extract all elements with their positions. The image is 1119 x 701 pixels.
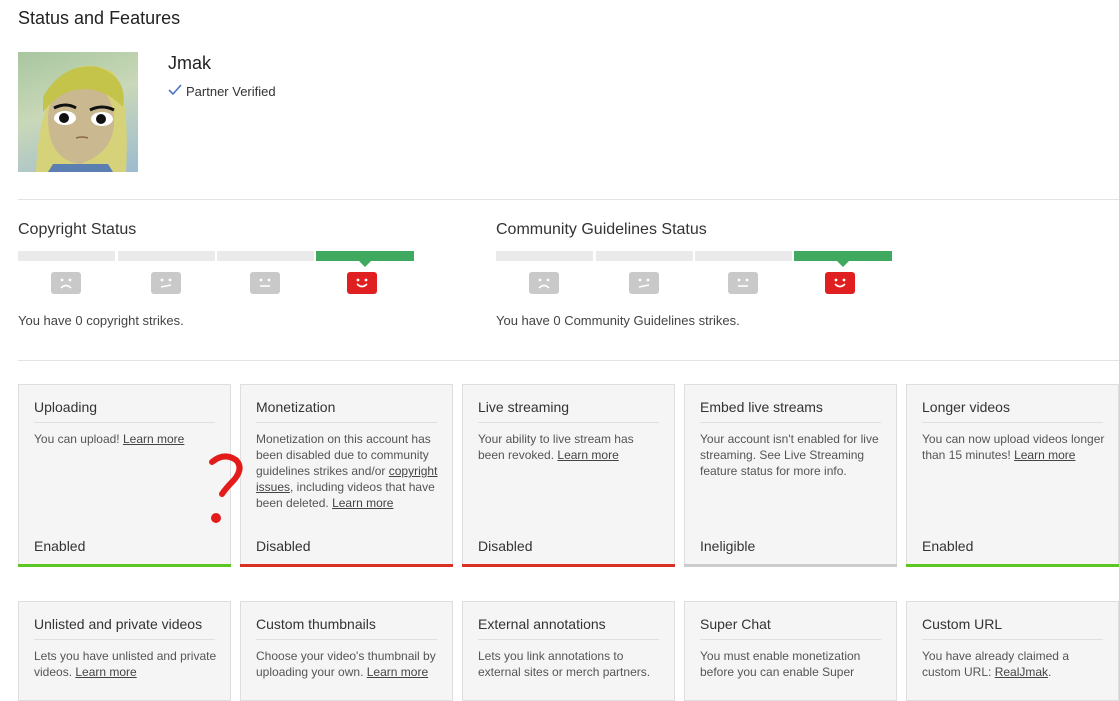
learn-more-link[interactable]: Learn more bbox=[1014, 448, 1075, 462]
copyright-status-title: Copyright Status bbox=[18, 221, 137, 238]
sad-face-icon bbox=[529, 272, 559, 294]
meter-segment bbox=[118, 251, 215, 261]
partner-verified: Partner Verified bbox=[168, 84, 276, 99]
status-bar-disabled bbox=[462, 564, 675, 567]
feature-card-super-chat: Super Chat You must enable monetization … bbox=[684, 601, 897, 701]
neutral-face-icon bbox=[250, 272, 280, 294]
feature-description: Lets you link annotations to external si… bbox=[478, 649, 651, 679]
feature-status: Disabled bbox=[256, 538, 311, 554]
happy-face-icon bbox=[347, 272, 377, 294]
learn-more-link[interactable]: Learn more bbox=[332, 496, 393, 510]
status-bar-disabled bbox=[240, 564, 453, 567]
partner-verified-label: Partner Verified bbox=[186, 84, 276, 99]
feature-title: Super Chat bbox=[700, 616, 771, 632]
page-title: Status and Features bbox=[18, 8, 181, 28]
learn-more-link[interactable]: Learn more bbox=[367, 665, 428, 679]
learn-more-link[interactable]: Learn more bbox=[75, 665, 136, 679]
feature-description: Choose your video's thumbnail by uploadi… bbox=[256, 649, 436, 679]
feature-description: Monetization on this account has been di… bbox=[256, 432, 438, 510]
sad-face-icon bbox=[51, 272, 81, 294]
checkmark-icon bbox=[168, 84, 182, 99]
feature-description: You have already claimed a custom URL: R… bbox=[922, 649, 1069, 679]
community-strike-meter bbox=[496, 251, 892, 311]
question-mark-annotation bbox=[200, 450, 250, 540]
happy-face-icon bbox=[825, 272, 855, 294]
channel-name: Jmak bbox=[168, 53, 212, 73]
custom-url-link[interactable]: RealJmak bbox=[995, 665, 1048, 679]
feature-description: You can upload! Learn more bbox=[34, 432, 185, 446]
community-strike-text: You have 0 Community Guidelines strikes. bbox=[496, 313, 740, 328]
feature-card-external-annotations: External annotations Lets you link annot… bbox=[462, 601, 675, 701]
feature-status: Disabled bbox=[478, 538, 533, 554]
feature-status: Enabled bbox=[34, 538, 86, 554]
feature-title: Embed live streams bbox=[700, 399, 823, 415]
meter-segment bbox=[496, 251, 593, 261]
feature-description: Lets you have unlisted and private video… bbox=[34, 649, 217, 679]
meter-segment bbox=[695, 251, 792, 261]
feature-status: Enabled bbox=[922, 538, 974, 554]
neutral-face-icon bbox=[728, 272, 758, 294]
feature-title: Custom URL bbox=[922, 616, 1003, 632]
copyright-strike-text: You have 0 copyright strikes. bbox=[18, 313, 184, 328]
avatar bbox=[18, 52, 138, 172]
divider bbox=[18, 199, 1119, 200]
feature-title: External annotations bbox=[478, 616, 606, 632]
feature-description: You must enable monetization before you … bbox=[700, 649, 861, 679]
feature-card-longer-videos: Longer videos You can now upload videos … bbox=[906, 384, 1119, 567]
learn-more-link[interactable]: Learn more bbox=[557, 448, 618, 462]
feature-title: Unlisted and private videos bbox=[34, 616, 203, 632]
feature-title: Live streaming bbox=[478, 399, 570, 415]
feature-description: Your ability to live stream has been rev… bbox=[478, 432, 634, 462]
feature-title: Custom thumbnails bbox=[256, 616, 376, 632]
divider bbox=[18, 360, 1119, 361]
unsure-face-icon bbox=[629, 272, 659, 294]
community-status-title: Community Guidelines Status bbox=[496, 221, 707, 238]
feature-card-embed-live-streams: Embed live streams Your account isn't en… bbox=[684, 384, 897, 567]
feature-description: You can now upload videos longer than 15… bbox=[922, 432, 1105, 462]
meter-segment bbox=[217, 251, 314, 261]
unsure-face-icon bbox=[151, 272, 181, 294]
status-bar-enabled bbox=[18, 564, 231, 567]
copyright-strike-meter bbox=[18, 251, 414, 311]
feature-status: Ineligible bbox=[700, 538, 756, 554]
feature-card-custom-thumbnails: Custom thumbnails Choose your video's th… bbox=[240, 601, 453, 701]
feature-title: Longer videos bbox=[922, 399, 1010, 415]
feature-card-live-streaming: Live streaming Your ability to live stre… bbox=[462, 384, 675, 567]
meter-segment-active bbox=[316, 251, 414, 267]
feature-description: Your account isn't enabled for live stre… bbox=[700, 432, 879, 478]
feature-title: Monetization bbox=[256, 399, 336, 415]
status-bar-enabled bbox=[906, 564, 1119, 567]
feature-card-custom-url: Custom URL You have already claimed a cu… bbox=[906, 601, 1119, 701]
meter-segment bbox=[18, 251, 115, 261]
meter-segment-active bbox=[794, 251, 892, 267]
feature-card-monetization: Monetization Monetization on this accoun… bbox=[240, 384, 453, 567]
meter-segment bbox=[596, 251, 693, 261]
learn-more-link[interactable]: Learn more bbox=[123, 432, 184, 446]
feature-title: Uploading bbox=[34, 399, 98, 415]
feature-card-unlisted-private: Unlisted and private videos Lets you hav… bbox=[18, 601, 231, 701]
status-bar-ineligible bbox=[684, 564, 897, 567]
